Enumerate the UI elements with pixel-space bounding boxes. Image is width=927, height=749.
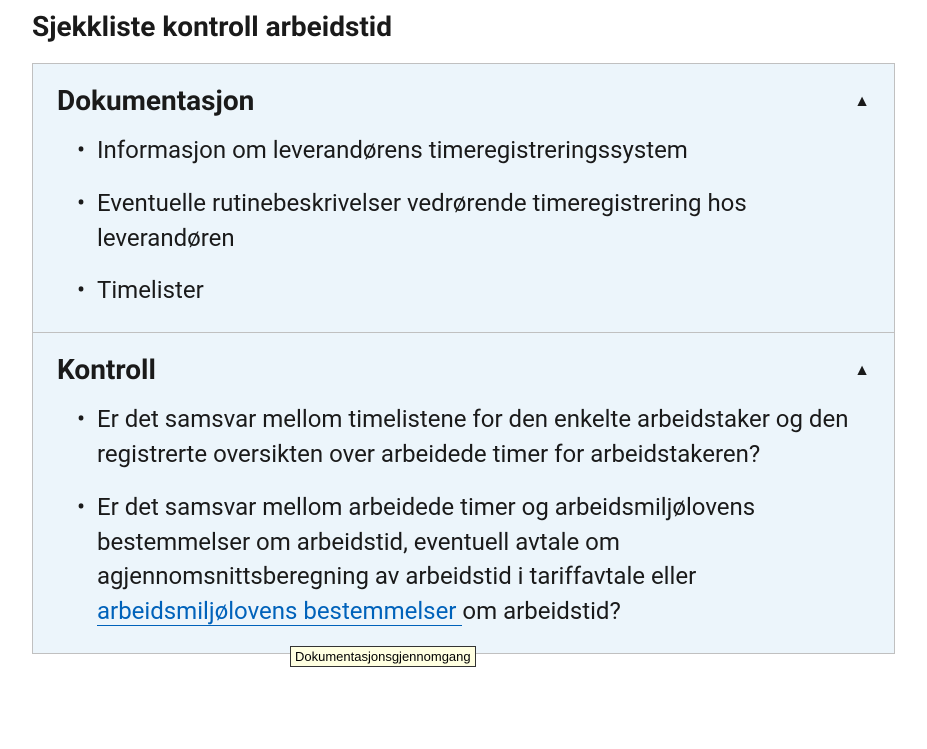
tooltip: Dokumentasjonsgjennomgang (290, 646, 476, 667)
bullet-list-control: Er det samsvar mellom timelistene for de… (57, 402, 870, 629)
list-item: Er det samsvar mellom arbeidede timer og… (77, 490, 870, 629)
accordion-title-documentation: Dokumentasjon (57, 84, 254, 117)
accordion-section-documentation: Dokumentasjon ▲ Informasjon om leverandø… (33, 64, 894, 333)
item-text-prefix: Er det samsvar mellom arbeidede timer og… (97, 493, 755, 591)
accordion-content-control: Er det samsvar mellom timelistene for de… (33, 402, 894, 653)
accordion-section-control: Kontroll ▲ Er det samsvar mellom timelis… (33, 333, 894, 653)
item-text-suffix: om arbeidstid? (462, 597, 620, 625)
collapse-up-icon: ▲ (854, 360, 870, 380)
collapse-up-icon: ▲ (854, 91, 870, 111)
list-item: Informasjon om leverandørens timeregistr… (77, 133, 870, 168)
list-item: Eventuelle rutinebeskrivelser vedrørende… (77, 186, 870, 256)
bullet-list-documentation: Informasjon om leverandørens timeregistr… (57, 133, 870, 308)
accordion-container: Dokumentasjon ▲ Informasjon om leverandø… (32, 63, 895, 654)
link-arbeidsmiljolovens-bestemmelser[interactable]: arbeidsmiljølovens bestemmelser (97, 597, 462, 626)
page-title: Sjekkliste kontroll arbeidstid (0, 0, 927, 63)
accordion-header-documentation[interactable]: Dokumentasjon ▲ (33, 64, 894, 133)
accordion-title-control: Kontroll (57, 353, 156, 386)
accordion-content-documentation: Informasjon om leverandørens timeregistr… (33, 133, 894, 332)
accordion-header-control[interactable]: Kontroll ▲ (33, 333, 894, 402)
list-item: Er det samsvar mellom timelistene for de… (77, 402, 870, 472)
list-item: Timelister (77, 273, 870, 308)
